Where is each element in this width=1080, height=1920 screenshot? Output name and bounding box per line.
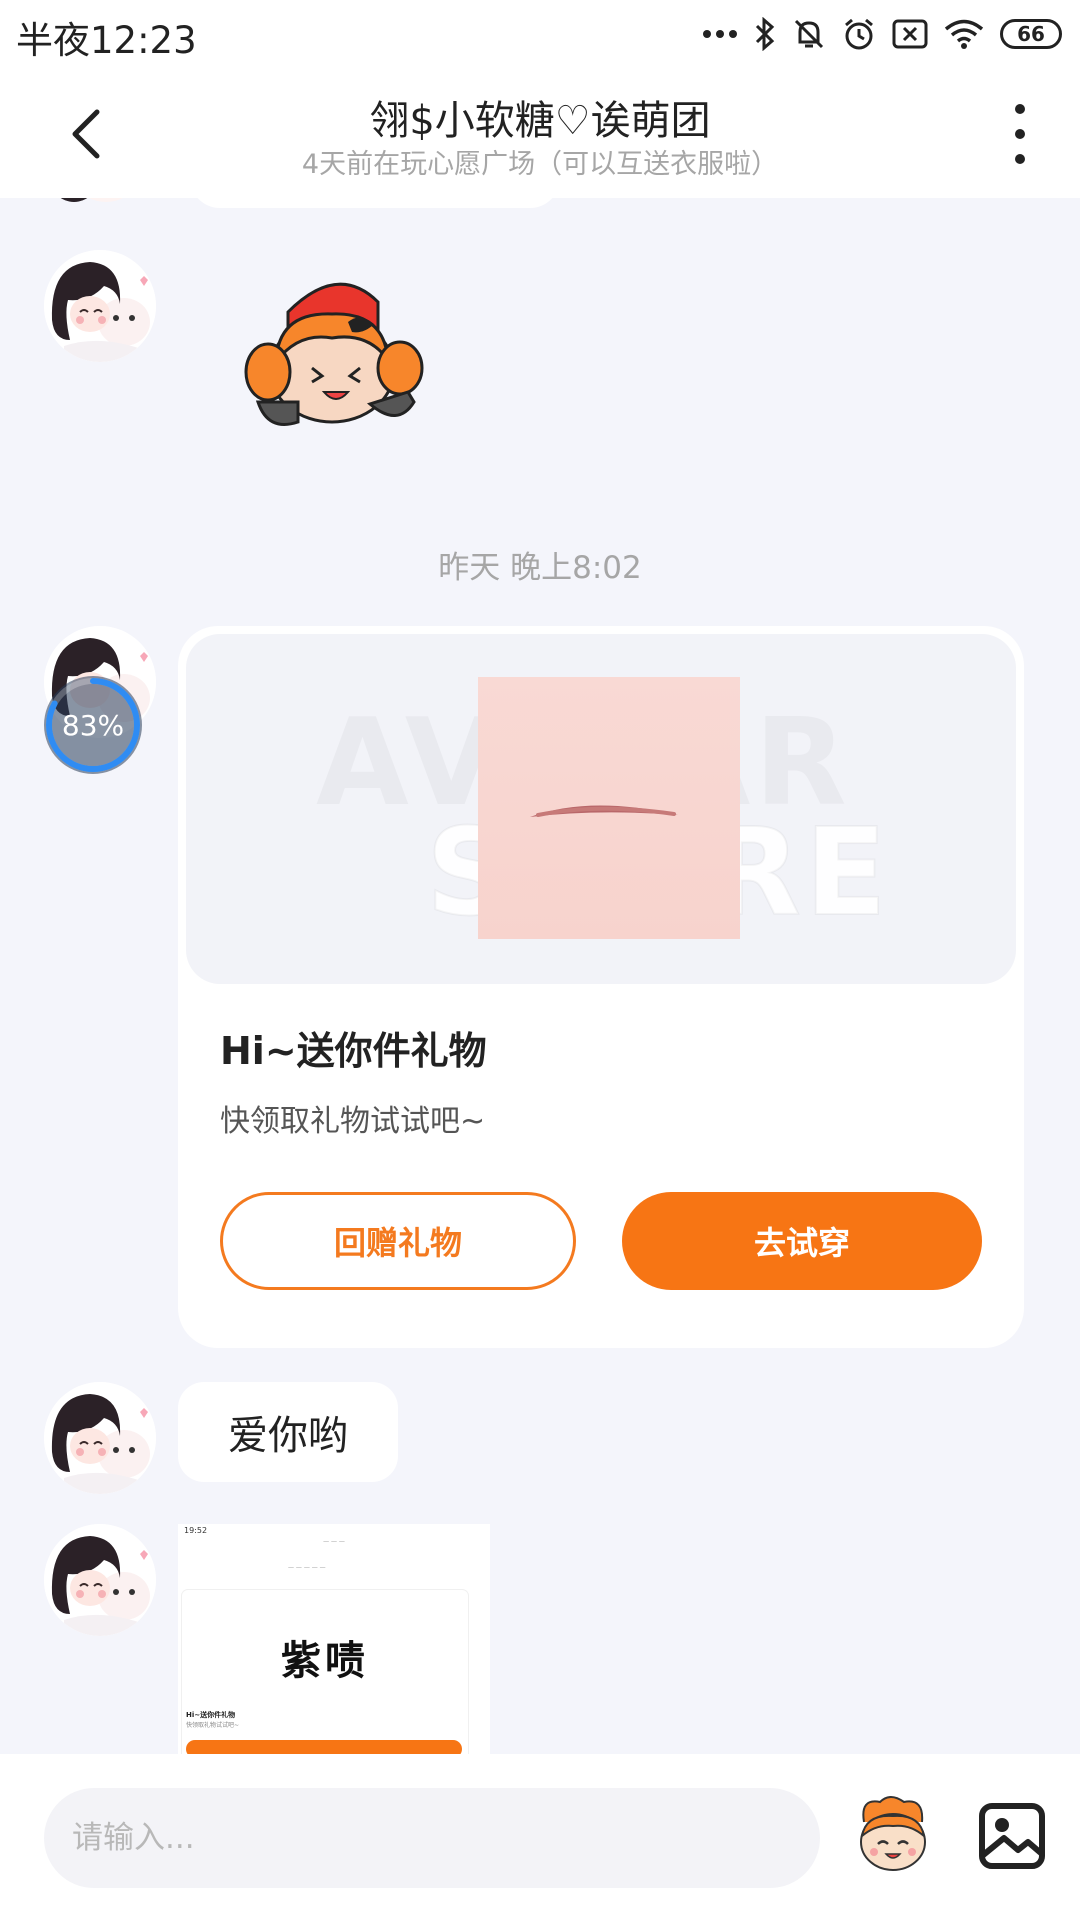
gift-item-image[interactable]	[478, 677, 740, 939]
sim-off-icon	[892, 19, 928, 49]
input-bar	[0, 1754, 1080, 1920]
bluetooth-icon	[754, 17, 776, 51]
screenshot-card-desc: 快领取礼物试试吧~	[186, 1722, 240, 1729]
avatar[interactable]	[44, 250, 156, 362]
message-input[interactable]	[44, 1788, 820, 1888]
status-time: 半夜12:23	[16, 19, 197, 62]
screenshot-header: — — —	[323, 1538, 345, 1545]
avatar	[44, 198, 144, 218]
text-message-bubble[interactable]: 爱你哟	[178, 1382, 398, 1482]
more-dots-icon	[702, 29, 738, 39]
screenshot-button	[186, 1740, 462, 1754]
try-on-button[interactable]: 去试穿	[622, 1192, 982, 1290]
sticker-button[interactable]	[850, 1792, 936, 1878]
gift-card-title: Hi~送你件礼物	[220, 1029, 487, 1073]
gift-card[interactable]: AVATAR STORE Hi~送你件礼物 快领取礼物试试吧~ 回赠礼物 去试穿	[178, 626, 1024, 1348]
previous-message-bubble	[190, 198, 560, 208]
chat-subtitle: 4天前在玩心愿广场（可以互送衣服啦）	[301, 149, 779, 180]
avatar[interactable]	[44, 1382, 156, 1494]
mascot-sticker-icon	[860, 1796, 926, 1871]
image-button[interactable]	[968, 1792, 1056, 1880]
wifi-icon	[944, 18, 984, 50]
screenshot-card-title: Hi~送你件礼物	[186, 1711, 236, 1719]
message-timestamp: 昨天 晚上8:02	[438, 550, 642, 586]
status-icons: 66	[702, 12, 1062, 56]
mute-bell-icon	[792, 17, 826, 51]
upload-progress-label: 83%	[61, 708, 125, 742]
return-gift-button[interactable]: 回赠礼物	[220, 1192, 576, 1290]
screenshot-caption: — — — — —	[288, 1564, 326, 1571]
gift-card-description: 快领取礼物试试吧~	[220, 1104, 486, 1139]
status-bar: 半夜12:23 66	[0, 0, 1080, 70]
gift-image-area[interactable]: AVATAR STORE	[186, 634, 1016, 984]
image-icon	[979, 1803, 1045, 1869]
sticker-image[interactable]	[228, 272, 450, 442]
image-message[interactable]: 19:52 — — — — — — — — 紫啧 Hi~送你件礼物 快领取礼物试…	[178, 1524, 490, 1754]
chat-title: 翎$小软糖♡诶萌团	[369, 98, 711, 144]
more-options-button[interactable]	[1000, 104, 1040, 164]
alarm-icon	[842, 17, 876, 51]
upload-progress-ring: 83%	[44, 676, 142, 774]
screenshot-gift-card: 紫啧 Hi~送你件礼物 快领取礼物试试吧~	[182, 1590, 468, 1754]
screenshot-big-text: 紫啧	[281, 1638, 369, 1684]
battery-level: 66	[1017, 22, 1045, 46]
battery-icon: 66	[1000, 19, 1062, 49]
chat-header: 翎$小软糖♡诶萌团 4天前在玩心愿广场（可以互送衣服啦）	[0, 70, 1080, 198]
avatar[interactable]	[44, 1524, 156, 1636]
more-vertical-icon	[1015, 104, 1025, 114]
message-list[interactable]: 昨天 晚上8:02 83% AVATAR STORE	[0, 198, 1080, 1754]
screenshot-status-time: 19:52	[184, 1526, 208, 1535]
